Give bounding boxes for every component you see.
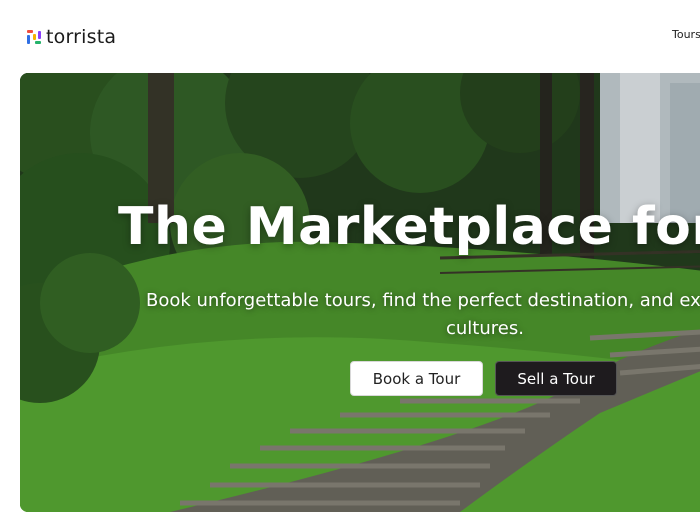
sell-tour-button[interactable]: Sell a Tour bbox=[495, 361, 617, 396]
site-header: torrista Tours bbox=[0, 0, 700, 72]
hero-banner: The Marketplace for Book unforgettable t… bbox=[20, 73, 700, 512]
hero-title: The Marketplace for bbox=[118, 197, 700, 257]
brand-name: torrista bbox=[46, 26, 117, 48]
logo-mark-icon bbox=[26, 29, 42, 45]
hero-subtitle-line2: cultures. bbox=[446, 318, 524, 339]
brand-logo[interactable]: torrista bbox=[26, 26, 116, 48]
hero-subtitle-line1: Book unforgettable tours, find the perfe… bbox=[146, 290, 700, 311]
nav-link-tours[interactable]: Tours bbox=[672, 28, 700, 41]
book-tour-button[interactable]: Book a Tour bbox=[350, 361, 483, 396]
